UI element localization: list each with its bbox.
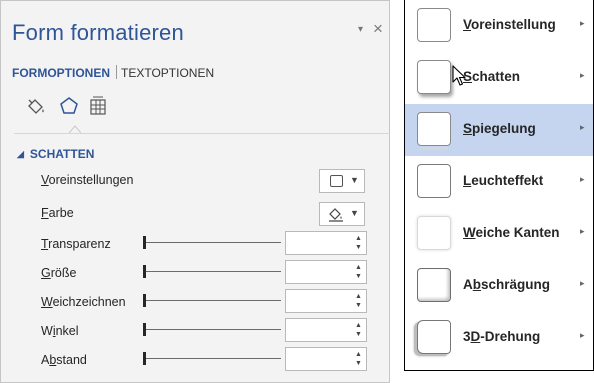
- submenu-arrow-icon: ▸: [580, 226, 585, 236]
- row-label-size: Größe: [41, 266, 77, 280]
- submenu-arrow-icon: ▸: [580, 122, 585, 132]
- angle-spinner[interactable]: ▲ ▼: [285, 318, 367, 342]
- menu-item-label: Schatten: [463, 69, 521, 84]
- effects-icon[interactable]: [58, 95, 80, 117]
- 3d-rotation-thumbnail: [417, 320, 451, 354]
- pane-divider: [14, 133, 390, 134]
- spin-up-icon[interactable]: ▲: [355, 235, 362, 242]
- slider-thumb[interactable]: [143, 323, 146, 336]
- submenu-arrow-icon: ▸: [580, 174, 585, 184]
- row-label-distance: Abstand: [41, 353, 87, 367]
- glow-thumbnail: [417, 164, 451, 198]
- slider-thumb[interactable]: [143, 265, 146, 278]
- transparency-slider[interactable]: [143, 235, 283, 249]
- menu-item-shadow[interactable]: Schatten ▸: [405, 52, 593, 104]
- preset-swatch: [330, 175, 343, 187]
- submenu-arrow-icon: ▸: [580, 18, 585, 28]
- spin-up-icon[interactable]: ▲: [355, 293, 362, 300]
- menu-item-bevel[interactable]: Abschrägung ▸: [405, 260, 593, 312]
- preset-thumbnail: [417, 8, 451, 42]
- slider-thumb[interactable]: [143, 294, 146, 307]
- section-header-shadow[interactable]: ◢ SCHATTEN: [17, 147, 94, 161]
- transparency-spinner[interactable]: ▲ ▼: [285, 231, 367, 255]
- pane-options-dropdown-icon[interactable]: ▾: [358, 24, 363, 35]
- close-icon[interactable]: ×: [373, 20, 383, 37]
- menu-item-soft-edges[interactable]: Weiche Kanten ▸: [405, 208, 593, 260]
- menu-item-label: 3D-Drehung: [463, 329, 541, 344]
- row-label-color: Farbe: [41, 206, 74, 220]
- paint-bucket-icon: [329, 208, 343, 222]
- format-shape-pane: Form formatieren ▾ × FORMOPTIONEN TEXTOPT…: [0, 0, 390, 383]
- collapse-icon: ◢: [17, 149, 24, 159]
- spin-up-icon[interactable]: ▲: [355, 264, 362, 271]
- pane-title: Form formatieren: [12, 20, 184, 45]
- menu-item-label: Weiche Kanten: [463, 225, 560, 240]
- chevron-down-icon: ▼: [350, 208, 359, 218]
- presets-picker[interactable]: ▼: [319, 169, 365, 193]
- menu-item-3d-rotation[interactable]: 3D-Drehung ▸: [405, 312, 593, 364]
- active-category-marker: [69, 125, 81, 133]
- size-spinner[interactable]: ▲ ▼: [285, 260, 367, 284]
- distance-slider[interactable]: [143, 351, 283, 365]
- soft-edges-thumbnail: [417, 216, 451, 250]
- bevel-thumbnail: [417, 268, 451, 302]
- row-label-angle: Winkel: [41, 324, 79, 338]
- menu-item-reflection[interactable]: Spiegelung ▸: [405, 104, 593, 156]
- spin-down-icon[interactable]: ▼: [355, 302, 362, 309]
- spin-up-icon[interactable]: ▲: [355, 322, 362, 329]
- row-label-blur: Weichzeichnen: [41, 295, 126, 309]
- pane-tabs: FORMOPTIONEN TEXTOPTIONEN: [12, 65, 220, 80]
- spin-down-icon[interactable]: ▼: [355, 244, 362, 251]
- chevron-down-icon: ▼: [350, 175, 359, 185]
- blur-slider[interactable]: [143, 293, 283, 307]
- spin-down-icon[interactable]: ▼: [355, 331, 362, 338]
- fill-line-icon[interactable]: [25, 95, 47, 117]
- slider-thumb[interactable]: [143, 236, 146, 249]
- submenu-arrow-icon: ▸: [580, 70, 585, 80]
- spin-down-icon[interactable]: ▼: [355, 360, 362, 367]
- menu-item-preset[interactable]: Voreinstellung ▸: [405, 0, 593, 52]
- distance-spinner[interactable]: ▲ ▼: [285, 347, 367, 371]
- menu-item-glow[interactable]: Leuchteffekt ▸: [405, 156, 593, 208]
- shadow-thumbnail: [417, 60, 451, 94]
- effects-menu: Voreinstellung ▸ Schatten ▸ Spiegelung ▸…: [404, 0, 594, 371]
- section-title: SCHATTEN: [29, 147, 95, 161]
- submenu-arrow-icon: ▸: [580, 330, 585, 340]
- menu-item-label: Leuchteffekt: [463, 173, 544, 188]
- menu-item-label: Spiegelung: [463, 121, 536, 136]
- menu-item-label: Voreinstellung: [463, 17, 556, 32]
- tab-form-options[interactable]: FORMOPTIONEN: [12, 66, 116, 80]
- size-slider[interactable]: [143, 264, 283, 278]
- row-label-presets: Voreinstellungen: [41, 173, 134, 187]
- tab-separator: [116, 65, 117, 79]
- menu-item-label: Abschrägung: [463, 277, 551, 292]
- submenu-arrow-icon: ▸: [580, 278, 585, 288]
- slider-thumb[interactable]: [143, 352, 146, 365]
- spin-down-icon[interactable]: ▼: [355, 273, 362, 280]
- mouse-pointer-icon: [452, 65, 466, 86]
- angle-slider[interactable]: [143, 322, 283, 336]
- reflection-thumbnail: [417, 112, 451, 151]
- spin-up-icon[interactable]: ▲: [355, 351, 362, 358]
- tab-text-options[interactable]: TEXTOPTIONEN: [121, 66, 220, 80]
- color-picker[interactable]: ▼: [319, 202, 365, 226]
- size-properties-icon[interactable]: [87, 95, 109, 117]
- row-label-transparency: Transparenz: [41, 237, 111, 251]
- blur-spinner[interactable]: ▲ ▼: [285, 289, 367, 313]
